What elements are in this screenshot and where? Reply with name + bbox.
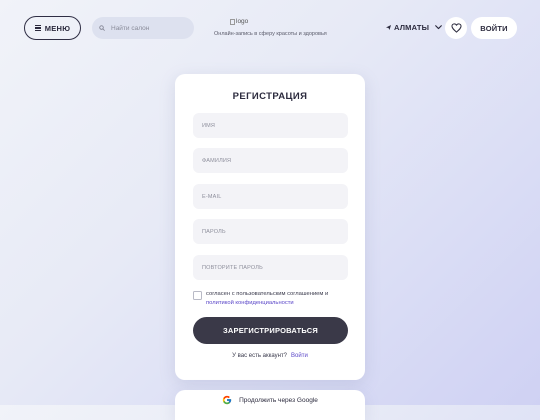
last-name-field[interactable] <box>193 148 348 173</box>
city-selector[interactable]: АЛМАТЫ <box>386 23 443 32</box>
chevron-down-icon <box>435 25 443 30</box>
privacy-policy-link[interactable]: политикой конфиденциальности <box>206 300 294 306</box>
city-label: АЛМАТЫ <box>394 23 430 32</box>
password-field[interactable] <box>193 219 348 244</box>
signin-link[interactable]: Войти <box>291 353 308 359</box>
google-label: Продолжить через Google <box>239 396 318 404</box>
agree-checkbox[interactable] <box>193 291 202 300</box>
favorites-button[interactable] <box>445 17 467 39</box>
search-box[interactable] <box>92 17 194 39</box>
logo[interactable]: logo <box>230 18 248 25</box>
has-account-row: У вас есть аккаунт? Войти <box>175 353 365 359</box>
agree-text: согласен с пользовательским соглашением … <box>206 290 346 307</box>
register-button[interactable]: ЗАРЕГИСТРИРОВАТЬСЯ <box>193 317 348 344</box>
repeat-password-field[interactable] <box>193 255 348 280</box>
email-field[interactable] <box>193 184 348 209</box>
hamburger-icon <box>34 24 41 32</box>
first-name-field[interactable] <box>193 113 348 138</box>
google-icon <box>222 395 232 405</box>
broken-image-icon <box>230 18 235 25</box>
menu-button[interactable]: МЕНЮ <box>24 16 81 40</box>
menu-label: МЕНЮ <box>44 23 71 33</box>
search-input[interactable] <box>111 24 191 32</box>
agree-label: согласен с пользовательским соглашением … <box>206 291 329 297</box>
google-signin-content[interactable]: Продолжить через Google <box>175 395 365 405</box>
heart-icon <box>450 23 462 33</box>
has-account-text: У вас есть аккаунт? <box>232 353 288 359</box>
logo-alt-text: logo <box>236 18 249 25</box>
tagline: Онлайн-запись в сферу красоты и здоровья <box>214 31 327 37</box>
location-arrow-icon <box>386 25 391 30</box>
login-button[interactable]: ВОЙТИ <box>471 17 517 39</box>
page-title: РЕГИСТРАЦИЯ <box>232 91 308 102</box>
search-icon <box>99 25 105 31</box>
